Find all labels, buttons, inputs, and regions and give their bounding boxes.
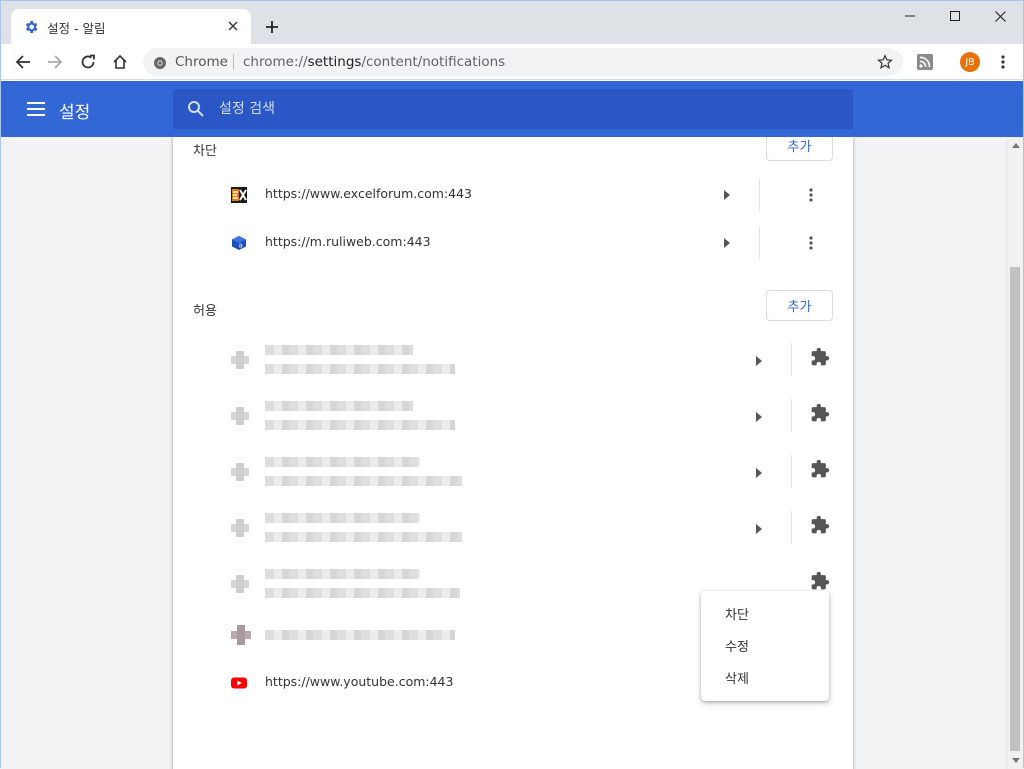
extension-puzzle-icon[interactable] [809, 458, 831, 480]
settings-gear-icon [23, 19, 39, 35]
address-separator [233, 54, 234, 70]
settings-search-input[interactable] [219, 89, 819, 129]
allowed-site-row[interactable] [173, 501, 853, 557]
allowed-site-url: https://www.youtube.com:443 [265, 674, 454, 689]
menu-item-edit[interactable]: 수정 [701, 629, 829, 661]
blurred-favicon [231, 407, 249, 425]
block-add-button[interactable]: 추가 [766, 137, 833, 161]
row-divider [791, 511, 792, 543]
settings-page: 차단 추가 https://www.excelforum.com:443 a h… [1, 137, 1006, 769]
chevron-right-icon[interactable] [753, 465, 765, 481]
scroll-up-arrow-icon[interactable] [1007, 137, 1024, 154]
allowed-site-row[interactable] [173, 389, 853, 445]
tab-settings-notifications[interactable]: 설정 - 알림 [11, 9, 251, 44]
extension-puzzle-icon[interactable] [809, 346, 831, 368]
row-divider [791, 455, 792, 487]
browser-toolbar: Chrome chrome://settings/content/notific… [1, 44, 1023, 80]
allow-section-label: 허용 [193, 304, 217, 319]
youtube-favicon [231, 675, 247, 691]
chevron-right-icon[interactable] [721, 187, 733, 203]
blurred-text [265, 420, 455, 430]
blurred-text [265, 476, 462, 486]
menu-item-delete[interactable]: 삭제 [701, 661, 829, 693]
tab-close-icon[interactable] [223, 16, 243, 36]
blurred-favicon [231, 519, 249, 537]
blurred-text [265, 532, 462, 542]
scroll-down-arrow-icon[interactable] [1007, 752, 1024, 769]
address-scheme-label: Chrome [175, 54, 228, 70]
page-scrollbar[interactable] [1006, 137, 1023, 769]
profile-avatar[interactable]: JB [960, 52, 980, 72]
blurred-text [265, 513, 420, 523]
blurred-text [265, 345, 413, 355]
extension-puzzle-icon[interactable] [809, 570, 831, 592]
blurred-favicon [231, 575, 249, 593]
row-divider [791, 399, 792, 431]
bookmark-star-icon[interactable] [875, 52, 895, 72]
address-bar[interactable]: Chrome chrome://settings/content/notific… [143, 48, 903, 76]
excelforum-favicon [231, 187, 247, 203]
forward-arrow-icon[interactable] [41, 48, 69, 76]
back-arrow-icon[interactable] [9, 48, 37, 76]
extension-puzzle-icon[interactable] [809, 514, 831, 536]
chevron-right-icon[interactable] [753, 409, 765, 425]
close-icon[interactable] [977, 1, 1023, 31]
row-divider [759, 227, 760, 259]
ruliweb-favicon: a [231, 235, 247, 251]
blurred-text [265, 457, 420, 467]
chevron-right-icon[interactable] [753, 521, 765, 537]
chevron-right-icon[interactable] [753, 353, 765, 369]
row-divider [759, 179, 760, 211]
more-actions-icon[interactable] [799, 183, 823, 207]
chevron-right-icon[interactable] [721, 235, 733, 251]
block-section-label: 차단 [193, 144, 217, 159]
allowed-site-row[interactable] [173, 445, 853, 501]
settings-header: 설정 [1, 81, 1023, 137]
url-prefix: chrome:// [243, 54, 308, 70]
more-actions-icon[interactable] [799, 231, 823, 255]
url-host: settings [307, 54, 362, 70]
reload-icon[interactable] [74, 48, 102, 76]
title-bar: 설정 - 알림 [1, 1, 1023, 44]
svg-text:a: a [239, 242, 243, 250]
url-path: /content/notifications [361, 54, 506, 70]
rss-extension-icon[interactable] [911, 48, 939, 76]
browser-window: 설정 - 알림 Chrome chrome://settings/content… [0, 0, 1024, 769]
scrollbar-thumb[interactable] [1010, 267, 1020, 751]
blurred-text [265, 588, 460, 598]
allowed-site-row[interactable] [173, 333, 853, 389]
minimize-icon[interactable] [887, 1, 933, 31]
allow-add-button[interactable]: 추가 [766, 290, 833, 321]
blurred-favicon [231, 625, 251, 645]
chrome-menu-kebab-icon[interactable] [989, 48, 1017, 76]
home-icon[interactable] [106, 48, 134, 76]
new-tab-plus-icon[interactable] [260, 15, 284, 39]
row-divider [791, 343, 792, 375]
menu-item-block[interactable]: 차단 [701, 597, 829, 629]
chrome-logo-icon [153, 55, 167, 69]
extension-puzzle-icon[interactable] [809, 402, 831, 424]
blurred-text [265, 364, 455, 374]
search-icon [187, 100, 205, 118]
address-url[interactable]: chrome://settings/content/notifications [243, 54, 505, 70]
tab-title: 설정 - 알림 [47, 21, 106, 36]
blurred-text [265, 401, 413, 411]
blurred-text [265, 569, 420, 579]
settings-title: 설정 [59, 103, 91, 123]
hamburger-menu-icon[interactable] [25, 98, 47, 120]
blocked-site-row[interactable]: https://www.excelforum.com:443 [173, 171, 853, 219]
site-action-menu: 차단 수정 삭제 [701, 591, 829, 701]
blocked-site-url: https://www.excelforum.com:443 [265, 186, 473, 201]
blocked-site-url: https://m.ruliweb.com:443 [265, 234, 431, 249]
blocked-site-row[interactable]: a https://m.ruliweb.com:443 [173, 219, 853, 267]
settings-search-box[interactable] [173, 89, 853, 129]
maximize-icon[interactable] [932, 1, 978, 31]
blurred-text [265, 630, 455, 640]
blurred-favicon [231, 463, 249, 481]
blurred-favicon [231, 351, 249, 369]
